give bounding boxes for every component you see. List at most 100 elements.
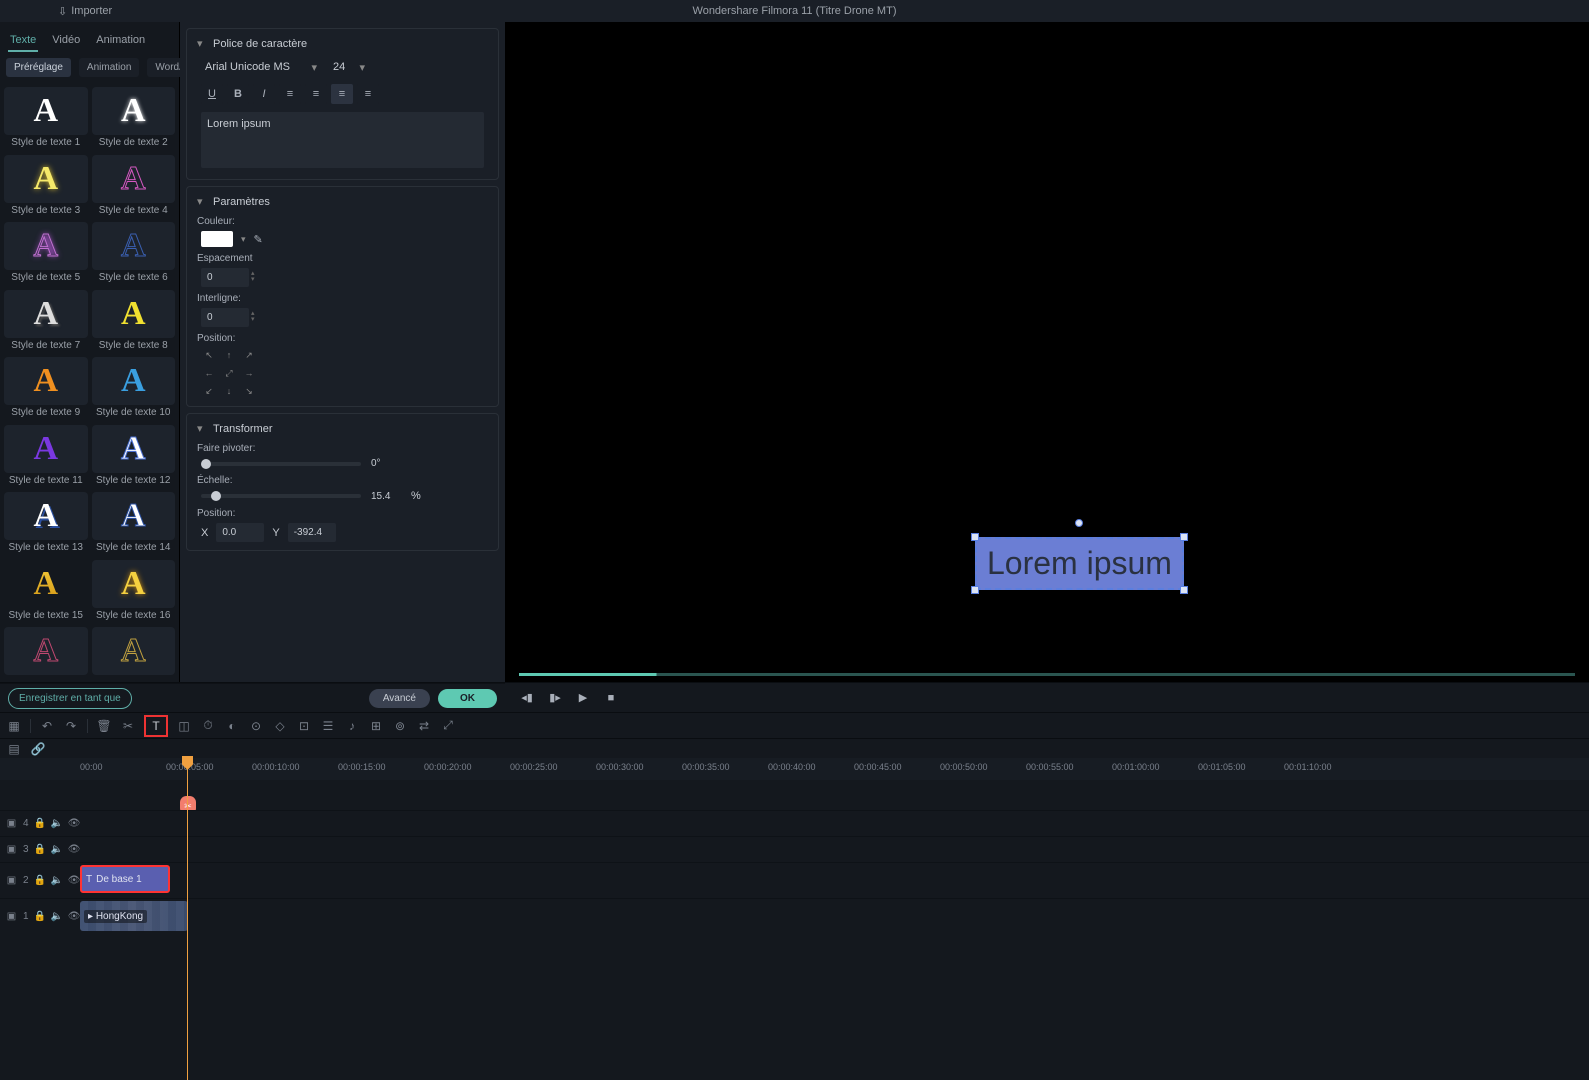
cut-icon[interactable]: ✂: [120, 718, 136, 734]
italic-button[interactable]: I: [253, 84, 275, 104]
lock-icon[interactable]: 🔒: [35, 844, 46, 855]
subtab-animation[interactable]: Animation: [79, 58, 139, 77]
advanced-button[interactable]: Avancé: [369, 689, 430, 708]
lock-icon[interactable]: 🔒: [35, 875, 46, 886]
import-button[interactable]: ⇩ Importer: [50, 3, 120, 20]
playhead[interactable]: [187, 758, 188, 1080]
keyframe-icon[interactable]: ◇: [272, 718, 288, 734]
rotate-handle[interactable]: [1075, 519, 1083, 527]
text-style-item[interactable]: AStyle de texte 9: [4, 357, 88, 421]
anchor-ml[interactable]: ←: [201, 366, 217, 380]
video-clip[interactable]: ▸ HongKong: [80, 901, 188, 931]
scale-slider[interactable]: [201, 494, 361, 498]
subtab-prereglage[interactable]: Préréglage: [6, 58, 71, 77]
lock-icon[interactable]: 🔒: [35, 818, 46, 829]
resize-handle[interactable]: [971, 533, 979, 541]
eye-icon[interactable]: 👁: [69, 911, 80, 922]
stop-button[interactable]: ■: [603, 690, 619, 706]
ok-button[interactable]: OK: [438, 689, 497, 708]
preview-canvas[interactable]: Lorem ipsum: [505, 22, 1589, 682]
text-style-item[interactable]: AStyle de texte 6: [92, 222, 176, 286]
section-transformer-header[interactable]: ▾ Transformer: [197, 422, 488, 435]
text-style-item[interactable]: AStyle de texte 16: [92, 560, 176, 624]
link-icon[interactable]: ⇄: [416, 718, 432, 734]
section-parametres-header[interactable]: ▾ Paramètres: [197, 195, 488, 208]
play-button[interactable]: ▶: [575, 690, 591, 706]
align-justify-button[interactable]: ≡: [357, 84, 379, 104]
delete-icon[interactable]: 🗑: [96, 718, 112, 734]
speed-icon[interactable]: ⏱: [200, 718, 216, 734]
anchor-tc[interactable]: ↑: [221, 348, 237, 362]
eyedropper-icon[interactable]: ✎: [254, 233, 263, 246]
audio-icon[interactable]: ♪: [344, 718, 360, 734]
step-back-button[interactable]: ◂▮: [519, 690, 535, 706]
timeline-ruler[interactable]: 00:00 00:00:05:00 00:00:10:00 00:00:15:0…: [0, 758, 1589, 780]
timer-icon[interactable]: ⊙: [248, 718, 264, 734]
mask-icon[interactable]: ⊡: [296, 718, 312, 734]
align-right-button[interactable]: ≡: [331, 84, 353, 104]
text-style-item[interactable]: AStyle de texte 12: [92, 425, 176, 489]
text-style-item[interactable]: AStyle de texte 15: [4, 560, 88, 624]
eye-icon[interactable]: 👁: [69, 875, 80, 886]
bold-button[interactable]: B: [227, 84, 249, 104]
text-style-item[interactable]: AStyle de texte 3: [4, 155, 88, 219]
text-style-item[interactable]: AStyle de texte 2: [92, 87, 176, 151]
text-overlay[interactable]: Lorem ipsum: [975, 537, 1184, 590]
rotate-slider[interactable]: [201, 462, 361, 466]
spinner-icon[interactable]: ▴▾: [251, 271, 255, 283]
anchor-mc[interactable]: ⤢: [221, 366, 237, 380]
text-style-item[interactable]: AStyle de texte 14: [92, 492, 176, 556]
text-style-item[interactable]: AStyle de texte 10: [92, 357, 176, 421]
list-icon[interactable]: ☰: [320, 718, 336, 734]
align-center-button[interactable]: ≡: [305, 84, 327, 104]
tab-texte[interactable]: Texte: [8, 30, 38, 52]
eye-icon[interactable]: 👁: [69, 818, 80, 829]
link2-icon[interactable]: 🔗: [30, 741, 46, 757]
pos-y-input[interactable]: [288, 523, 336, 542]
mute-icon[interactable]: 🔈: [52, 844, 63, 855]
record-icon[interactable]: ⊚: [392, 718, 408, 734]
anchor-tr[interactable]: ↗: [241, 348, 257, 362]
save-as-button[interactable]: Enregistrer en tant que: [8, 688, 132, 709]
preview-seek-bar[interactable]: [519, 673, 1575, 676]
step-forward-button[interactable]: ▮▸: [547, 690, 563, 706]
font-family-select[interactable]: Arial Unicode MS▾: [201, 58, 321, 76]
spacing-input[interactable]: [201, 268, 249, 287]
mute-icon[interactable]: 🔈: [52, 875, 63, 886]
mute-icon[interactable]: 🔈: [52, 911, 63, 922]
text-tool-icon[interactable]: T: [148, 718, 164, 734]
text-style-item[interactable]: AStyle de texte 4: [92, 155, 176, 219]
tab-animation[interactable]: Animation: [94, 30, 147, 52]
anchor-bl[interactable]: ↙: [201, 384, 217, 398]
caret-icon[interactable]: ▾: [241, 234, 246, 245]
resize-handle[interactable]: [1180, 533, 1188, 541]
spinner-icon[interactable]: ▴▾: [251, 311, 255, 323]
text-style-item[interactable]: AStyle de texte 1: [4, 87, 88, 151]
anchor-mr[interactable]: →: [241, 366, 257, 380]
section-police-header[interactable]: ▾ Police de caractère: [197, 37, 488, 50]
mute-icon[interactable]: 🔈: [52, 818, 63, 829]
resize-handle[interactable]: [971, 586, 979, 594]
undo-icon[interactable]: ↶: [39, 718, 55, 734]
anchor-tl[interactable]: ↖: [201, 348, 217, 362]
expand-icon[interactable]: ⤢: [440, 718, 456, 734]
text-content-input[interactable]: [201, 112, 484, 168]
redo-icon[interactable]: ↷: [63, 718, 79, 734]
lineheight-input[interactable]: [201, 308, 249, 327]
crop-icon[interactable]: ◫: [176, 718, 192, 734]
text-style-item[interactable]: A: [4, 627, 88, 678]
pos-x-input[interactable]: [216, 523, 264, 542]
tool-icon[interactable]: ⊞: [368, 718, 384, 734]
text-style-item[interactable]: AStyle de texte 13: [4, 492, 88, 556]
color-icon[interactable]: ◐: [224, 718, 240, 734]
align-left-button[interactable]: ≡: [279, 84, 301, 104]
lock-icon[interactable]: 🔒: [35, 911, 46, 922]
font-size-select[interactable]: 24▾: [329, 58, 369, 76]
resize-handle[interactable]: [1180, 586, 1188, 594]
layers-icon[interactable]: ▤: [6, 741, 22, 757]
text-clip[interactable]: T De base 1: [80, 865, 170, 893]
text-style-item[interactable]: AStyle de texte 7: [4, 290, 88, 354]
color-swatch[interactable]: [201, 231, 233, 247]
eye-icon[interactable]: 👁: [69, 844, 80, 855]
anchor-br[interactable]: ↘: [241, 384, 257, 398]
